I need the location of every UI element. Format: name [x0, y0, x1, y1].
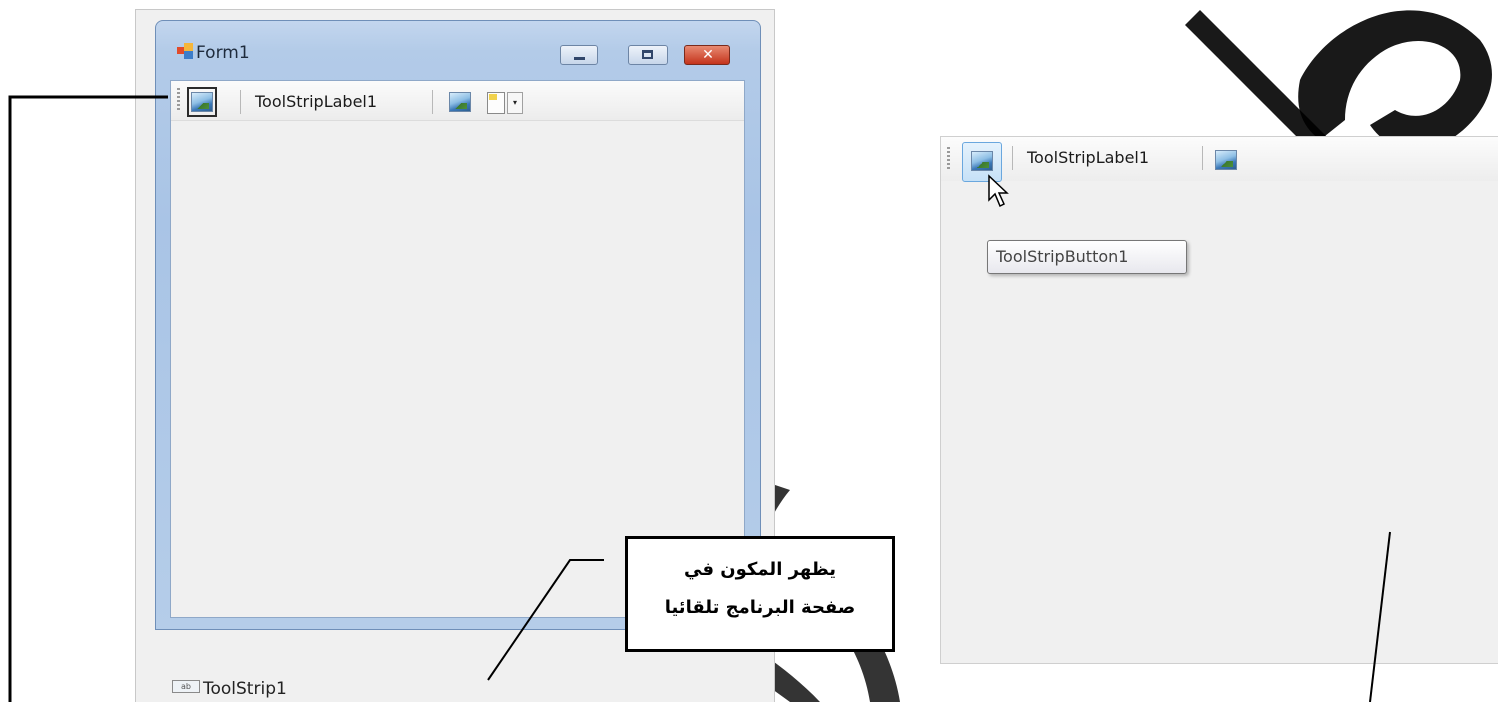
annotation-lines [8, 95, 1391, 702]
